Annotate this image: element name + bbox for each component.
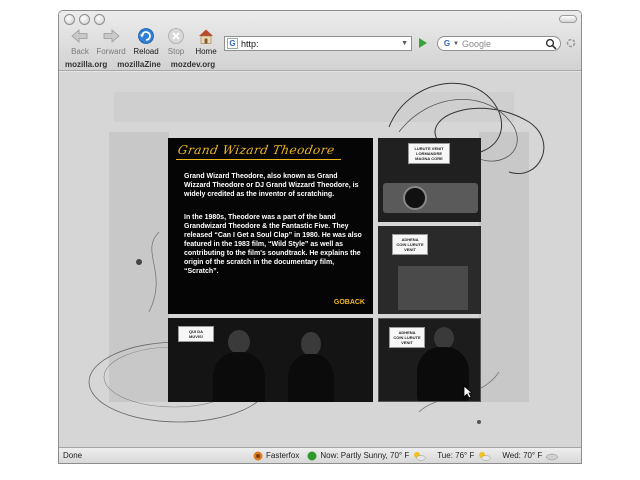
go-arrow-icon[interactable] bbox=[417, 37, 428, 49]
weather-tue-text: Tue: 76° F bbox=[437, 451, 475, 460]
title-underline bbox=[176, 159, 341, 160]
back-arrow-icon bbox=[71, 29, 88, 43]
record-shape bbox=[403, 186, 427, 210]
browser-window: Back Forward Reload Stop Home G http: ▼ … bbox=[58, 10, 582, 464]
person-head bbox=[301, 332, 321, 356]
forward-label: Forward bbox=[96, 47, 126, 56]
person-head bbox=[228, 330, 250, 354]
fasterfox-icon bbox=[253, 451, 263, 460]
forward-button[interactable]: Forward bbox=[91, 27, 131, 59]
window-controls bbox=[64, 14, 105, 25]
person-head bbox=[434, 327, 454, 349]
fasterfox-label: Fasterfox bbox=[266, 451, 300, 460]
weather-tue[interactable]: Tue: 76° F bbox=[437, 451, 494, 461]
google-icon[interactable]: G bbox=[442, 39, 452, 49]
mouse-cursor-icon bbox=[463, 385, 473, 399]
bio-paragraph-1: Grand Wizard Theodore, also known as Gra… bbox=[184, 173, 359, 198]
mixer-shape bbox=[398, 266, 468, 310]
home-button[interactable]: Home bbox=[187, 27, 225, 59]
weather-now-text: Now: Partly Sunny, 70° F bbox=[320, 451, 410, 460]
search-box[interactable]: G ▼ Google bbox=[437, 36, 561, 51]
address-bar[interactable]: G http: ▼ bbox=[224, 36, 412, 51]
photo-turntables: LURUTE VENIT LORMANDRE MAGNA CORE bbox=[378, 138, 481, 222]
caption-bottom-left: QUI DA MUVIS! bbox=[178, 326, 214, 342]
minimize-window-button[interactable] bbox=[79, 14, 90, 25]
weather-now[interactable]: Now: Partly Sunny, 70° F bbox=[307, 451, 429, 461]
search-engine-dropdown-icon[interactable]: ▼ bbox=[453, 41, 459, 47]
home-icon bbox=[199, 29, 213, 44]
search-icon[interactable] bbox=[545, 38, 557, 50]
go-back-suffix: BACK bbox=[344, 299, 365, 306]
bookmark-mozilla-org[interactable]: mozilla.org bbox=[65, 60, 107, 69]
throbber-icon bbox=[566, 38, 576, 48]
close-window-button[interactable] bbox=[64, 14, 75, 25]
bio-paragraph-2: In the 1980s, Theodore was a part of the… bbox=[184, 214, 362, 275]
partly-sunny-icon bbox=[479, 451, 492, 461]
stop-icon bbox=[168, 28, 184, 44]
weather-wed-text: Wed: 70° F bbox=[502, 451, 543, 460]
cloudy-icon bbox=[546, 453, 559, 460]
browser-toolbar: Back Forward Reload Stop Home G http: ▼ … bbox=[59, 11, 581, 71]
home-label: Home bbox=[195, 47, 217, 56]
fasterfox-widget[interactable]: Fasterfox bbox=[253, 451, 299, 461]
go-back-prefix: GO bbox=[333, 299, 345, 306]
person-body bbox=[417, 347, 469, 401]
green-status-dot-icon bbox=[307, 451, 317, 460]
zoom-window-button[interactable] bbox=[94, 14, 105, 25]
reload-icon bbox=[138, 28, 154, 44]
status-bar: Done Fasterfox Now: Partly Sunny, 70° F … bbox=[59, 447, 581, 463]
search-input[interactable]: Google bbox=[462, 39, 545, 49]
weather-wed[interactable]: Wed: 70° F bbox=[502, 451, 562, 461]
panel-title-graffiti: Grand Wizard Theodore bbox=[176, 143, 336, 157]
photo-group: QUI DA MUVIS! bbox=[168, 318, 373, 402]
photo-dj-portrait: ADHENA COIN LURUTE VENIT bbox=[378, 318, 481, 402]
address-input[interactable]: http: bbox=[241, 39, 401, 49]
info-panel: Grand Wizard Theodore Grand Wizard Theod… bbox=[168, 138, 373, 314]
bookmark-mozillazine[interactable]: mozillaZine bbox=[117, 60, 161, 69]
turntable-shape bbox=[383, 183, 478, 213]
caption-top-right: LURUTE VENIT LORMANDRE MAGNA CORE bbox=[408, 143, 450, 164]
photo-mixer: ADHENA COIN LURUTE VENIT bbox=[378, 226, 481, 314]
partly-sunny-icon bbox=[414, 451, 426, 461]
caption-bottom-right: ADHENA COIN LURUTE VENIT bbox=[389, 327, 425, 348]
history-dropdown-icon[interactable]: ▼ bbox=[401, 40, 408, 47]
caption-mid-right: ADHENA COIN LURUTE VENIT bbox=[392, 234, 428, 255]
forward-arrow-icon bbox=[103, 29, 120, 43]
person-body bbox=[288, 354, 334, 402]
status-text: Done bbox=[63, 451, 83, 460]
bookmark-mozdev-org[interactable]: mozdev.org bbox=[171, 60, 215, 69]
page-content: Grand Wizard Theodore Grand Wizard Theod… bbox=[59, 72, 581, 449]
bookmarks-bar: mozilla.org mozillaZine mozdev.org bbox=[59, 57, 581, 71]
site-favicon-icon: G bbox=[227, 38, 238, 49]
go-back-link[interactable]: GOBACK bbox=[334, 299, 365, 306]
person-body bbox=[213, 352, 265, 402]
toolbar-toggle-button[interactable] bbox=[559, 15, 577, 23]
